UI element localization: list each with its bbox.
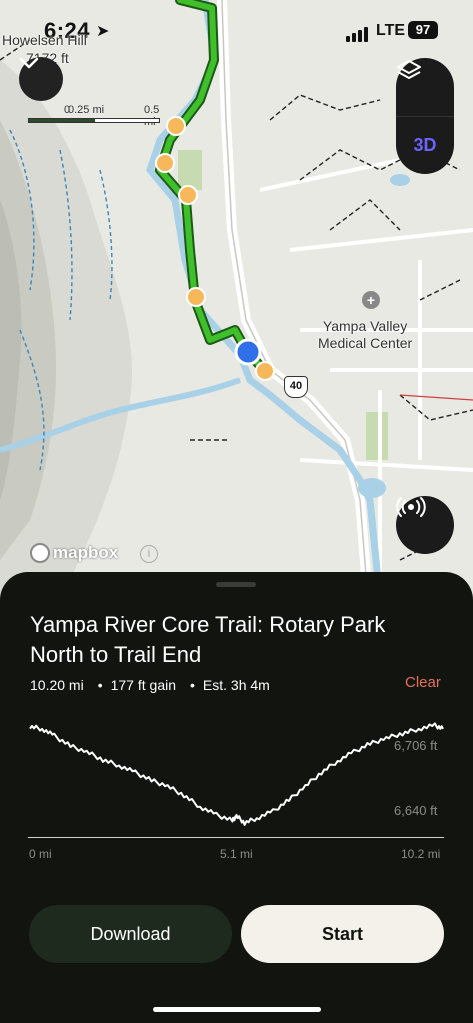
map-scale-bar: 0 0.25 mi 0.5 mi: [28, 104, 168, 128]
elevation-chart: [29, 722, 444, 826]
stat-separator: •: [190, 677, 195, 693]
waypoint-marker: [155, 153, 175, 173]
sheet-drag-handle[interactable]: [216, 582, 256, 587]
mapbox-mark-icon: [30, 543, 50, 563]
trail-distance: 10.20 mi: [30, 677, 84, 693]
highway-shield: 40: [284, 376, 308, 398]
layers-button[interactable]: [396, 58, 454, 116]
scale-label-mid: 0.25 mi: [68, 104, 105, 116]
chevron-down-icon: [19, 57, 39, 69]
locate-icon: [396, 497, 426, 517]
x-tick-mid: 5.1 mi: [220, 847, 253, 861]
clear-button[interactable]: Clear: [405, 674, 441, 691]
peak-name-label: Howelsen Hill: [2, 32, 87, 48]
plus-icon: +: [362, 291, 380, 309]
signal-icon: [346, 24, 370, 42]
3d-toggle-button[interactable]: 3D: [396, 116, 454, 174]
layers-icon: [397, 60, 421, 79]
mapbox-logo: mapbox: [30, 543, 118, 563]
info-icon[interactable]: i: [140, 545, 158, 563]
trail-gain: 177 ft gain: [110, 677, 176, 693]
stat-separator: •: [97, 677, 103, 693]
trail-title: Yampa River Core Trail: Rotary Park Nort…: [30, 612, 386, 667]
elevation-profile-line: [29, 722, 444, 826]
x-tick-end: 10.2 mi: [401, 847, 441, 861]
waypoint-marker: [166, 116, 186, 136]
battery-indicator: 97: [408, 21, 438, 39]
locate-button[interactable]: [396, 496, 454, 554]
elevation-low-label: 6,640 ft: [394, 803, 438, 818]
poi-label-line2: Medical Center: [318, 335, 413, 351]
scale-label-end: 0.5 mi: [144, 104, 160, 128]
collapse-button[interactable]: [19, 57, 63, 101]
location-arrow-icon: ➤: [96, 23, 110, 40]
waypoint-marker: [178, 185, 198, 205]
poi-label[interactable]: Yampa Valley Medical Center: [318, 318, 412, 352]
home-indicator: [153, 1007, 321, 1012]
trail-stats: 10.20 mi • 177 ft gain • Est. 3h 4m: [30, 677, 276, 693]
trail-bottom-sheet: Yampa River Core Trail: Rotary Park Nort…: [0, 572, 473, 1023]
start-button[interactable]: Start: [241, 905, 444, 963]
waypoint-marker: [186, 287, 206, 307]
poi-label-line1: Yampa Valley: [322, 318, 408, 334]
network-label: LTE: [376, 22, 406, 39]
scale-bar-graphic: [28, 118, 160, 123]
trail-estimate: Est. 3h 4m: [202, 677, 270, 693]
elevation-high-label: 6,706 ft: [394, 738, 438, 753]
current-location-marker: [234, 338, 262, 366]
map-view[interactable]: 6:24 ➤ LTE 97 Howelsen Hill 7172 ft 0 0.…: [0, 0, 473, 600]
waypoint-marker: [255, 361, 275, 381]
elevation-x-axis: [28, 837, 444, 838]
map-controls-panel: 3D: [396, 58, 454, 174]
x-tick-start: 0 mi: [29, 847, 52, 861]
download-button[interactable]: Download: [29, 905, 232, 963]
mapbox-wordmark: mapbox: [53, 543, 119, 562]
